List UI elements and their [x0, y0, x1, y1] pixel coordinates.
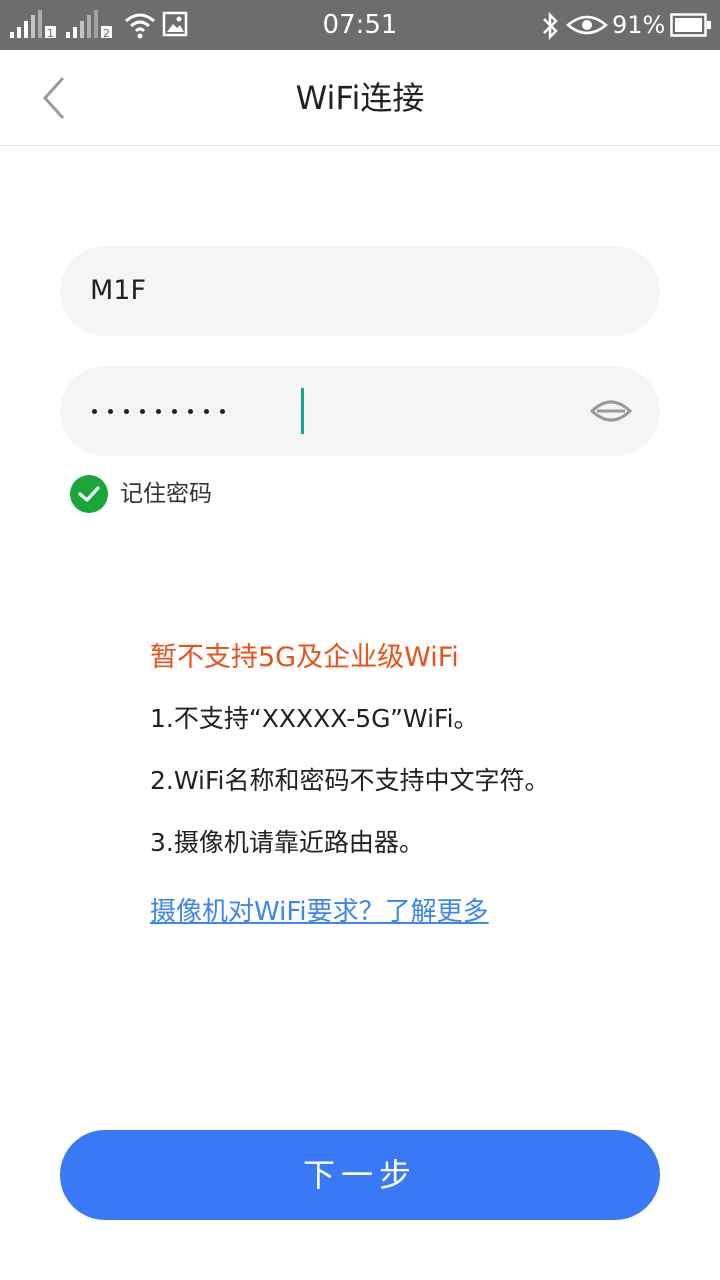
- tip-item: 1.不支持“XXXXX-5G”WiFi。: [150, 704, 479, 733]
- warning-title: 暂不支持5G及企业级WiFi: [150, 642, 459, 673]
- eye-icon: [589, 400, 633, 422]
- wifi-name-field[interactable]: M1F: [60, 246, 660, 336]
- bluetooth-icon: [543, 12, 558, 40]
- password-mask: [92, 405, 225, 417]
- password-dot: [156, 409, 161, 414]
- wifi-connect-screen: 1 2 07:51 91% WiFi连接 M1F 记住密码 暂不支持5G及企业级…: [0, 0, 720, 1280]
- remember-password-label: 记住密码: [120, 481, 212, 507]
- status-bar: 1 2 07:51 91%: [0, 0, 720, 50]
- tip-item: 3.摄像机请靠近路由器。: [150, 828, 424, 857]
- wifi-notice: 暂不支持5G及企业级WiFi 1.不支持“XXXXX-5G”WiFi。 2.Wi…: [150, 636, 670, 874]
- next-step-button[interactable]: 下一步: [60, 1130, 660, 1220]
- tips-list: 1.不支持“XXXXX-5G”WiFi。 2.WiFi名称和密码不支持中文字符。…: [150, 688, 670, 874]
- password-dot: [204, 409, 209, 414]
- password-dot: [108, 409, 113, 414]
- password-dot: [92, 409, 97, 414]
- page-title: WiFi连接: [295, 79, 425, 117]
- password-dot: [172, 409, 177, 414]
- wifi-password-field[interactable]: [60, 366, 660, 456]
- learn-more-link[interactable]: 摄像机对WiFi要求？了解更多: [150, 892, 489, 932]
- remember-password-checkbox[interactable]: 记住密码: [70, 474, 212, 514]
- eye-icon: [566, 15, 608, 35]
- password-dot: [188, 409, 193, 414]
- password-visibility-toggle[interactable]: [588, 391, 634, 431]
- battery-icon: [670, 13, 711, 37]
- wifi-name-value: M1F: [90, 275, 147, 306]
- check-icon: [70, 475, 108, 513]
- battery-percent: 91%: [612, 11, 666, 39]
- text-cursor: [301, 388, 304, 434]
- header-bar: WiFi连接: [0, 50, 720, 146]
- password-dot: [124, 409, 129, 414]
- password-dot: [220, 409, 225, 414]
- password-dot: [140, 409, 145, 414]
- tip-item: 2.WiFi名称和密码不支持中文字符。: [150, 766, 550, 795]
